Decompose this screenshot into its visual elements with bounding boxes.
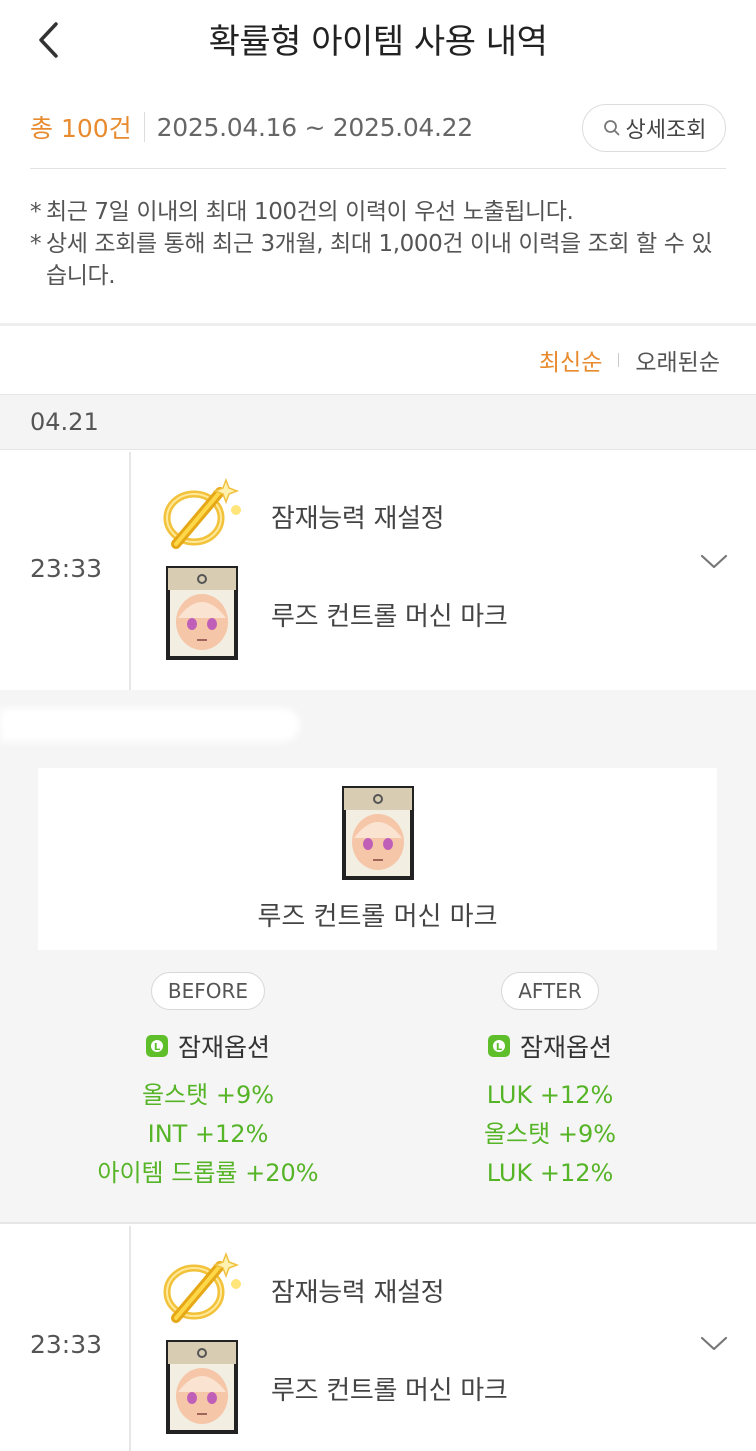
summary-divider <box>143 112 145 142</box>
entry-time: 23:33 <box>30 554 103 583</box>
entry-action-row: 잠재능력 재설정 <box>160 474 445 558</box>
option-title-label: 잠재옵션 <box>177 1033 270 1062</box>
potential-option-title: L 잠재옵션 <box>58 1028 358 1064</box>
before-badge: BEFORE <box>150 972 266 1010</box>
option-line: LUK +12% <box>486 1159 614 1187</box>
machine-mark-item-icon <box>160 566 244 660</box>
entry-action-label: 잠재능력 재설정 <box>271 503 445 534</box>
notice-mark: * <box>30 199 42 225</box>
machine-mark-item-icon <box>160 1340 244 1434</box>
chevron-down-icon[interactable] <box>700 554 728 574</box>
notice-list: * 최근 7일 이내의 최대 100건의 이력이 우선 노출됩니다. * 상세 … <box>30 196 730 292</box>
timeline-divider <box>129 1226 131 1451</box>
entry-action-row: 잠재능력 재설정 <box>160 1248 445 1332</box>
entry-time: 23:33 <box>30 1330 103 1359</box>
grade-letter: L <box>496 1042 503 1053</box>
date-range: 2025.04.16 ~ 2025.04.22 <box>156 112 474 142</box>
entry-item-label: 루즈 컨트롤 머신 마크 <box>271 601 508 632</box>
entry-detail-panel: 루즈 컨트롤 머신 마크 BEFORE L 잠재옵션 올스탯 +9% INT +… <box>0 690 756 1224</box>
timeline-divider <box>129 452 131 690</box>
date-group-label: 04.21 <box>30 408 99 436</box>
header: 확률형 아이템 사용 내역 <box>0 0 756 80</box>
entry-action-label: 잠재능력 재설정 <box>271 1277 445 1308</box>
notice-item: * 상세 조회를 통해 최근 3개월, 최대 1,000건 이내 이력을 조회 … <box>30 228 730 292</box>
option-line: 올스탯 +9% <box>141 1081 275 1109</box>
potential-option-title: L 잠재옵션 <box>400 1028 700 1064</box>
after-badge: AFTER <box>501 972 599 1010</box>
entry-item-row: 루즈 컨트롤 머신 마크 <box>160 1340 508 1434</box>
detail-search-button[interactable]: 상세조회 <box>582 104 726 152</box>
search-icon <box>603 120 619 136</box>
notice-text: 최근 7일 이내의 최대 100건의 이력이 우선 노출됩니다. <box>46 199 574 225</box>
before-column: BEFORE L 잠재옵션 올스탯 +9% INT +12% 아이템 드롭률 +… <box>58 972 358 1193</box>
option-line: INT +12% <box>147 1120 269 1148</box>
legendary-grade-icon: L <box>145 1035 168 1057</box>
summary-bar: 총 100건 2025.04.16 ~ 2025.04.22 상세조회 <box>30 104 726 152</box>
notice-item: * 최근 7일 이내의 최대 100건의 이력이 우선 노출됩니다. <box>30 196 730 228</box>
potential-reset-cube-icon <box>160 474 244 558</box>
potential-reset-cube-icon <box>160 1248 244 1332</box>
grade-letter: L <box>154 1042 161 1053</box>
section-divider <box>0 323 756 326</box>
option-line: 아이템 드롭률 +20% <box>97 1159 319 1187</box>
sort-oldest[interactable]: 오래된순 <box>635 343 720 377</box>
option-line: 올스탯 +9% <box>483 1120 617 1148</box>
after-column: AFTER L 잠재옵션 LUK +12% 올스탯 +9% LUK +12% <box>400 972 700 1193</box>
entry-item-label: 루즈 컨트롤 머신 마크 <box>271 1375 508 1406</box>
notice-mark: * <box>30 231 42 257</box>
sort-divider <box>618 353 620 367</box>
legendary-grade-icon: L <box>487 1035 510 1057</box>
chevron-down-icon[interactable] <box>700 1336 728 1356</box>
history-entry[interactable]: 23:33 잠재능력 재설정 루즈 컨트롤 머신 마크 <box>0 452 756 690</box>
item-card: 루즈 컨트롤 머신 마크 <box>38 768 717 950</box>
machine-mark-item-icon <box>340 786 416 882</box>
divider <box>30 168 726 169</box>
date-group-header: 04.21 <box>0 394 756 450</box>
history-entry[interactable]: 23:33 잠재능력 재설정 루즈 컨트롤 머신 마크 <box>0 1226 756 1451</box>
sort-newest[interactable]: 최신순 <box>539 343 602 377</box>
total-count: 총 100건 <box>30 114 132 143</box>
sort-bar: 최신순 오래된순 <box>539 340 720 380</box>
option-title-label: 잠재옵션 <box>519 1033 612 1062</box>
item-name: 루즈 컨트롤 머신 마크 <box>257 902 498 932</box>
detail-search-label: 상세조회 <box>625 118 707 143</box>
entry-item-row: 루즈 컨트롤 머신 마크 <box>160 566 508 660</box>
page-title: 확률형 아이템 사용 내역 <box>208 22 548 62</box>
notice-text: 상세 조회를 통해 최근 3개월, 최대 1,000건 이내 이력을 조회 할 … <box>46 231 713 289</box>
option-line: LUK +12% <box>486 1081 614 1109</box>
redacted-text <box>0 708 300 742</box>
